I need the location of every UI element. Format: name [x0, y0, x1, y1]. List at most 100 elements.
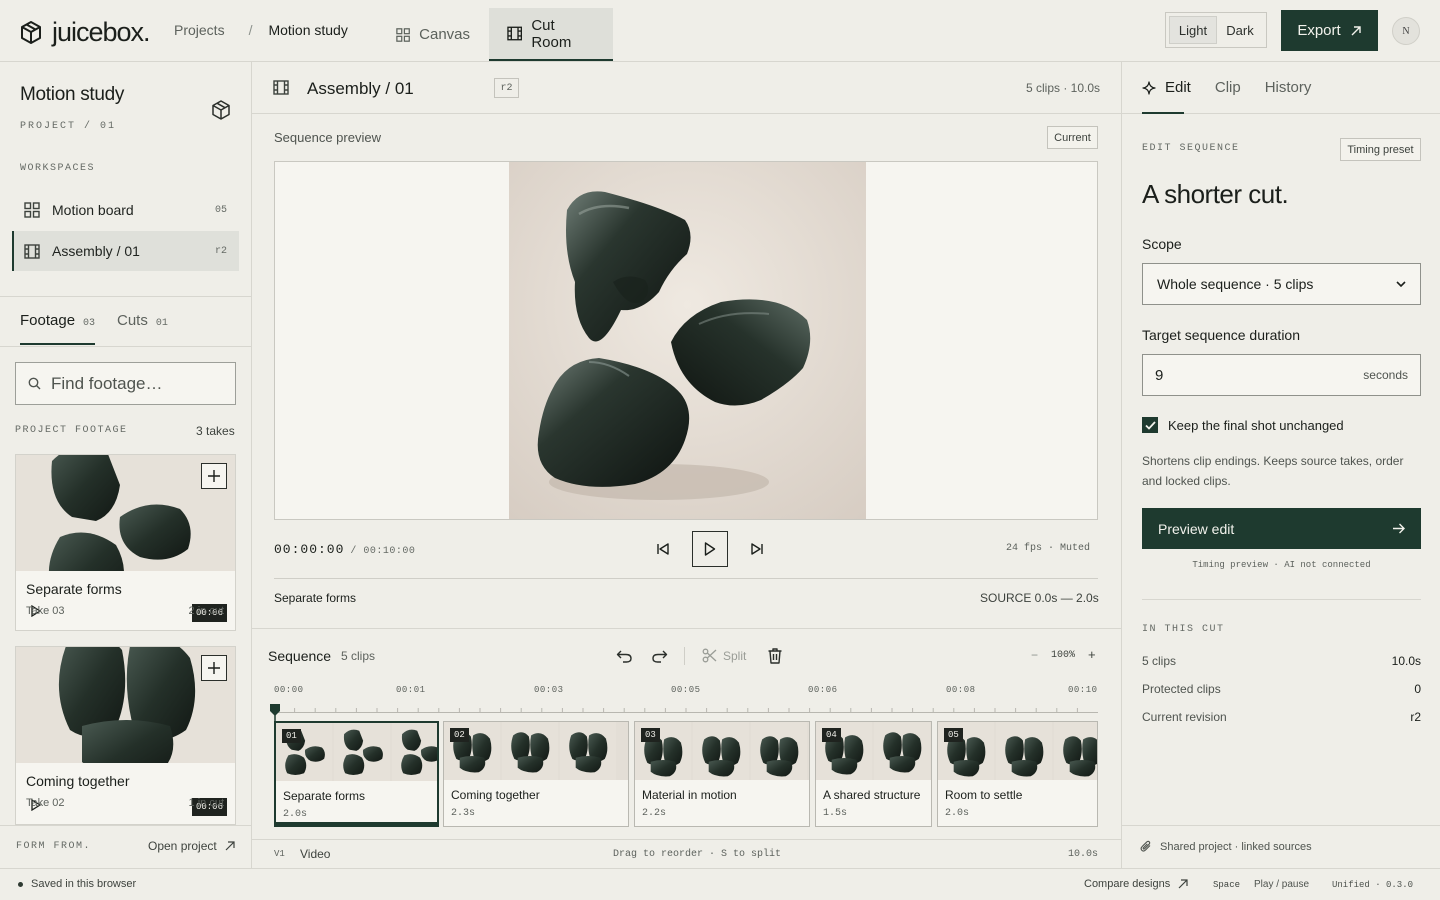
check-icon	[1144, 420, 1156, 430]
tab-canvas[interactable]: Canvas	[389, 8, 487, 61]
skip-forward-button[interactable]	[748, 540, 766, 558]
tab-edit[interactable]: Edit	[1142, 79, 1191, 96]
timeline-clip[interactable]: 05 Room to settle 2.0s	[937, 721, 1098, 827]
play-button[interactable]	[692, 531, 728, 567]
duration-field[interactable]: seconds	[1142, 354, 1421, 396]
footage-card[interactable]: 00:06 Coming together Take 02 1 in cut	[15, 646, 236, 825]
shared-project-link[interactable]: Shared project · linked sources	[1140, 840, 1312, 853]
paperclip-icon	[1140, 840, 1151, 852]
footage-in-cut: 2 in cut	[188, 605, 224, 617]
search-input[interactable]	[51, 373, 221, 394]
zoom-level: 100%	[1051, 650, 1076, 661]
fps-status: 24 fps · Muted	[1006, 543, 1091, 554]
stat-key: Current revision	[1142, 710, 1227, 724]
footage-card[interactable]: 00:06 Separate forms Take 03 2 in cut	[15, 454, 236, 631]
split-button[interactable]: Split	[702, 648, 746, 663]
brand-logo[interactable]: juicebox.	[20, 17, 151, 48]
theme-toggle[interactable]: Light Dark	[1165, 12, 1267, 48]
track-name: Video	[300, 847, 331, 861]
compare-designs-link[interactable]: Compare designs	[1084, 878, 1188, 890]
zoom-in-button[interactable]: +	[1088, 647, 1096, 662]
cut-stat-row: Protected clips 0	[1142, 682, 1421, 696]
theme-light-button[interactable]: Light	[1169, 16, 1217, 44]
shared-label: Shared project · linked sources	[1160, 840, 1312, 853]
timeline-title: Sequence	[268, 648, 332, 664]
active-tab-indicator	[1142, 112, 1184, 114]
timeline-count: 5 clips	[341, 649, 376, 663]
grid-icon	[24, 202, 40, 218]
keep-label: Keep the final shot unchanged	[1168, 417, 1344, 433]
timing-preset-button[interactable]: Timing preset	[1340, 138, 1421, 161]
left-sidebar: Motion study PROJECT / 01 WORKSPACES Mot…	[0, 62, 252, 869]
divider	[274, 578, 1098, 579]
tab-history[interactable]: History	[1265, 79, 1312, 96]
timeline-ruler[interactable]	[274, 705, 1098, 713]
chevron-down-icon	[1396, 281, 1406, 287]
skip-forward-icon	[751, 543, 763, 555]
workspace-assembly[interactable]: Assembly / 01 r2	[12, 231, 239, 271]
sequence-name: Assembly / 01	[307, 79, 414, 98]
timeline-tick: 00:00	[274, 685, 304, 695]
clip-name: Separate forms	[283, 789, 366, 803]
timeline-clip[interactable]: 04 A shared structure 1.5s	[815, 721, 932, 827]
current-clip-source: SOURCE 0.0s — 2.0s	[980, 591, 1099, 605]
timeline-clip[interactable]: 02 Coming together 2.3s	[443, 721, 629, 827]
timeline-clip[interactable]: 03 Material in motion 2.2s	[634, 721, 810, 827]
clip-name: Coming together	[451, 788, 540, 802]
breadcrumb-projects[interactable]: Projects	[174, 22, 225, 38]
checkbox-checked[interactable]	[1142, 417, 1158, 433]
tab-cuts[interactable]: Cuts 01	[117, 312, 168, 345]
footage-search[interactable]	[15, 362, 236, 405]
preview-edit-button[interactable]: Preview edit	[1142, 508, 1421, 549]
toolbar-divider	[684, 647, 685, 665]
timeline-tick: 00:06	[808, 685, 838, 695]
keep-final-shot-checkbox[interactable]: Keep the final shot unchanged	[1142, 417, 1344, 433]
divider	[252, 628, 1121, 629]
cube-icon[interactable]	[212, 100, 230, 120]
clip-name: Room to settle	[945, 788, 1023, 802]
workspace-motion-board[interactable]: Motion board 05	[12, 190, 239, 230]
scope-select[interactable]: Whole sequence · 5 clips	[1142, 263, 1421, 305]
timecode-current: 00:00:00	[274, 542, 345, 557]
timeline-tick: 00:01	[396, 685, 426, 695]
redo-button[interactable]	[651, 648, 668, 664]
clip-duration: 2.2s	[642, 808, 667, 819]
takes-count: 3 takes	[196, 424, 235, 438]
timeline-tick: 00:08	[946, 685, 976, 695]
avatar[interactable]: N	[1392, 17, 1420, 45]
theme-dark-button[interactable]: Dark	[1217, 16, 1263, 44]
add-to-sequence-button[interactable]	[201, 463, 227, 489]
project-title: Motion study	[20, 84, 125, 105]
workspace-label: Motion board	[52, 202, 134, 218]
add-to-sequence-button[interactable]	[201, 655, 227, 681]
clip-duration: 2.0s	[283, 809, 308, 820]
open-project-link[interactable]: Open project	[148, 839, 235, 853]
tab-cut-room[interactable]: Cut Room	[489, 8, 613, 61]
sequence-meta: 5 clips · 10.0s	[1026, 81, 1101, 95]
version-label: Unified · 0.3.0	[1332, 880, 1414, 890]
zoom-out-button[interactable]: −	[1031, 648, 1038, 662]
undo-button[interactable]	[616, 648, 633, 664]
shortcut-key: Space	[1213, 880, 1241, 890]
footage-take: Take 02	[26, 797, 65, 809]
tab-footage[interactable]: Footage 03	[20, 312, 95, 345]
clip-number: 03	[641, 728, 660, 742]
clip-duration: 1.5s	[823, 808, 848, 819]
breadcrumb-current[interactable]: Motion study	[268, 22, 347, 38]
timeline-clip[interactable]: 01 Separate forms 2.0s	[274, 721, 439, 827]
tab-clip[interactable]: Clip	[1215, 79, 1241, 96]
clip-duration: 2.3s	[451, 808, 476, 819]
timecode-total: / 00:10:00	[350, 546, 416, 557]
delete-button[interactable]	[767, 647, 783, 664]
clip-number: 01	[282, 729, 301, 743]
sequence-preview[interactable]	[274, 161, 1098, 520]
preview-note: Timing preview · AI not connected	[1192, 560, 1371, 570]
footage-tabs: Footage 03 Cuts 01	[20, 312, 168, 345]
export-button[interactable]: Export	[1281, 10, 1378, 51]
skip-back-button[interactable]	[654, 540, 672, 558]
footage-title: Separate forms	[26, 581, 122, 597]
film-icon	[24, 243, 40, 259]
duration-input[interactable]	[1155, 366, 1295, 384]
export-label: Export	[1297, 22, 1341, 39]
current-clip-name: Separate forms	[274, 591, 357, 605]
